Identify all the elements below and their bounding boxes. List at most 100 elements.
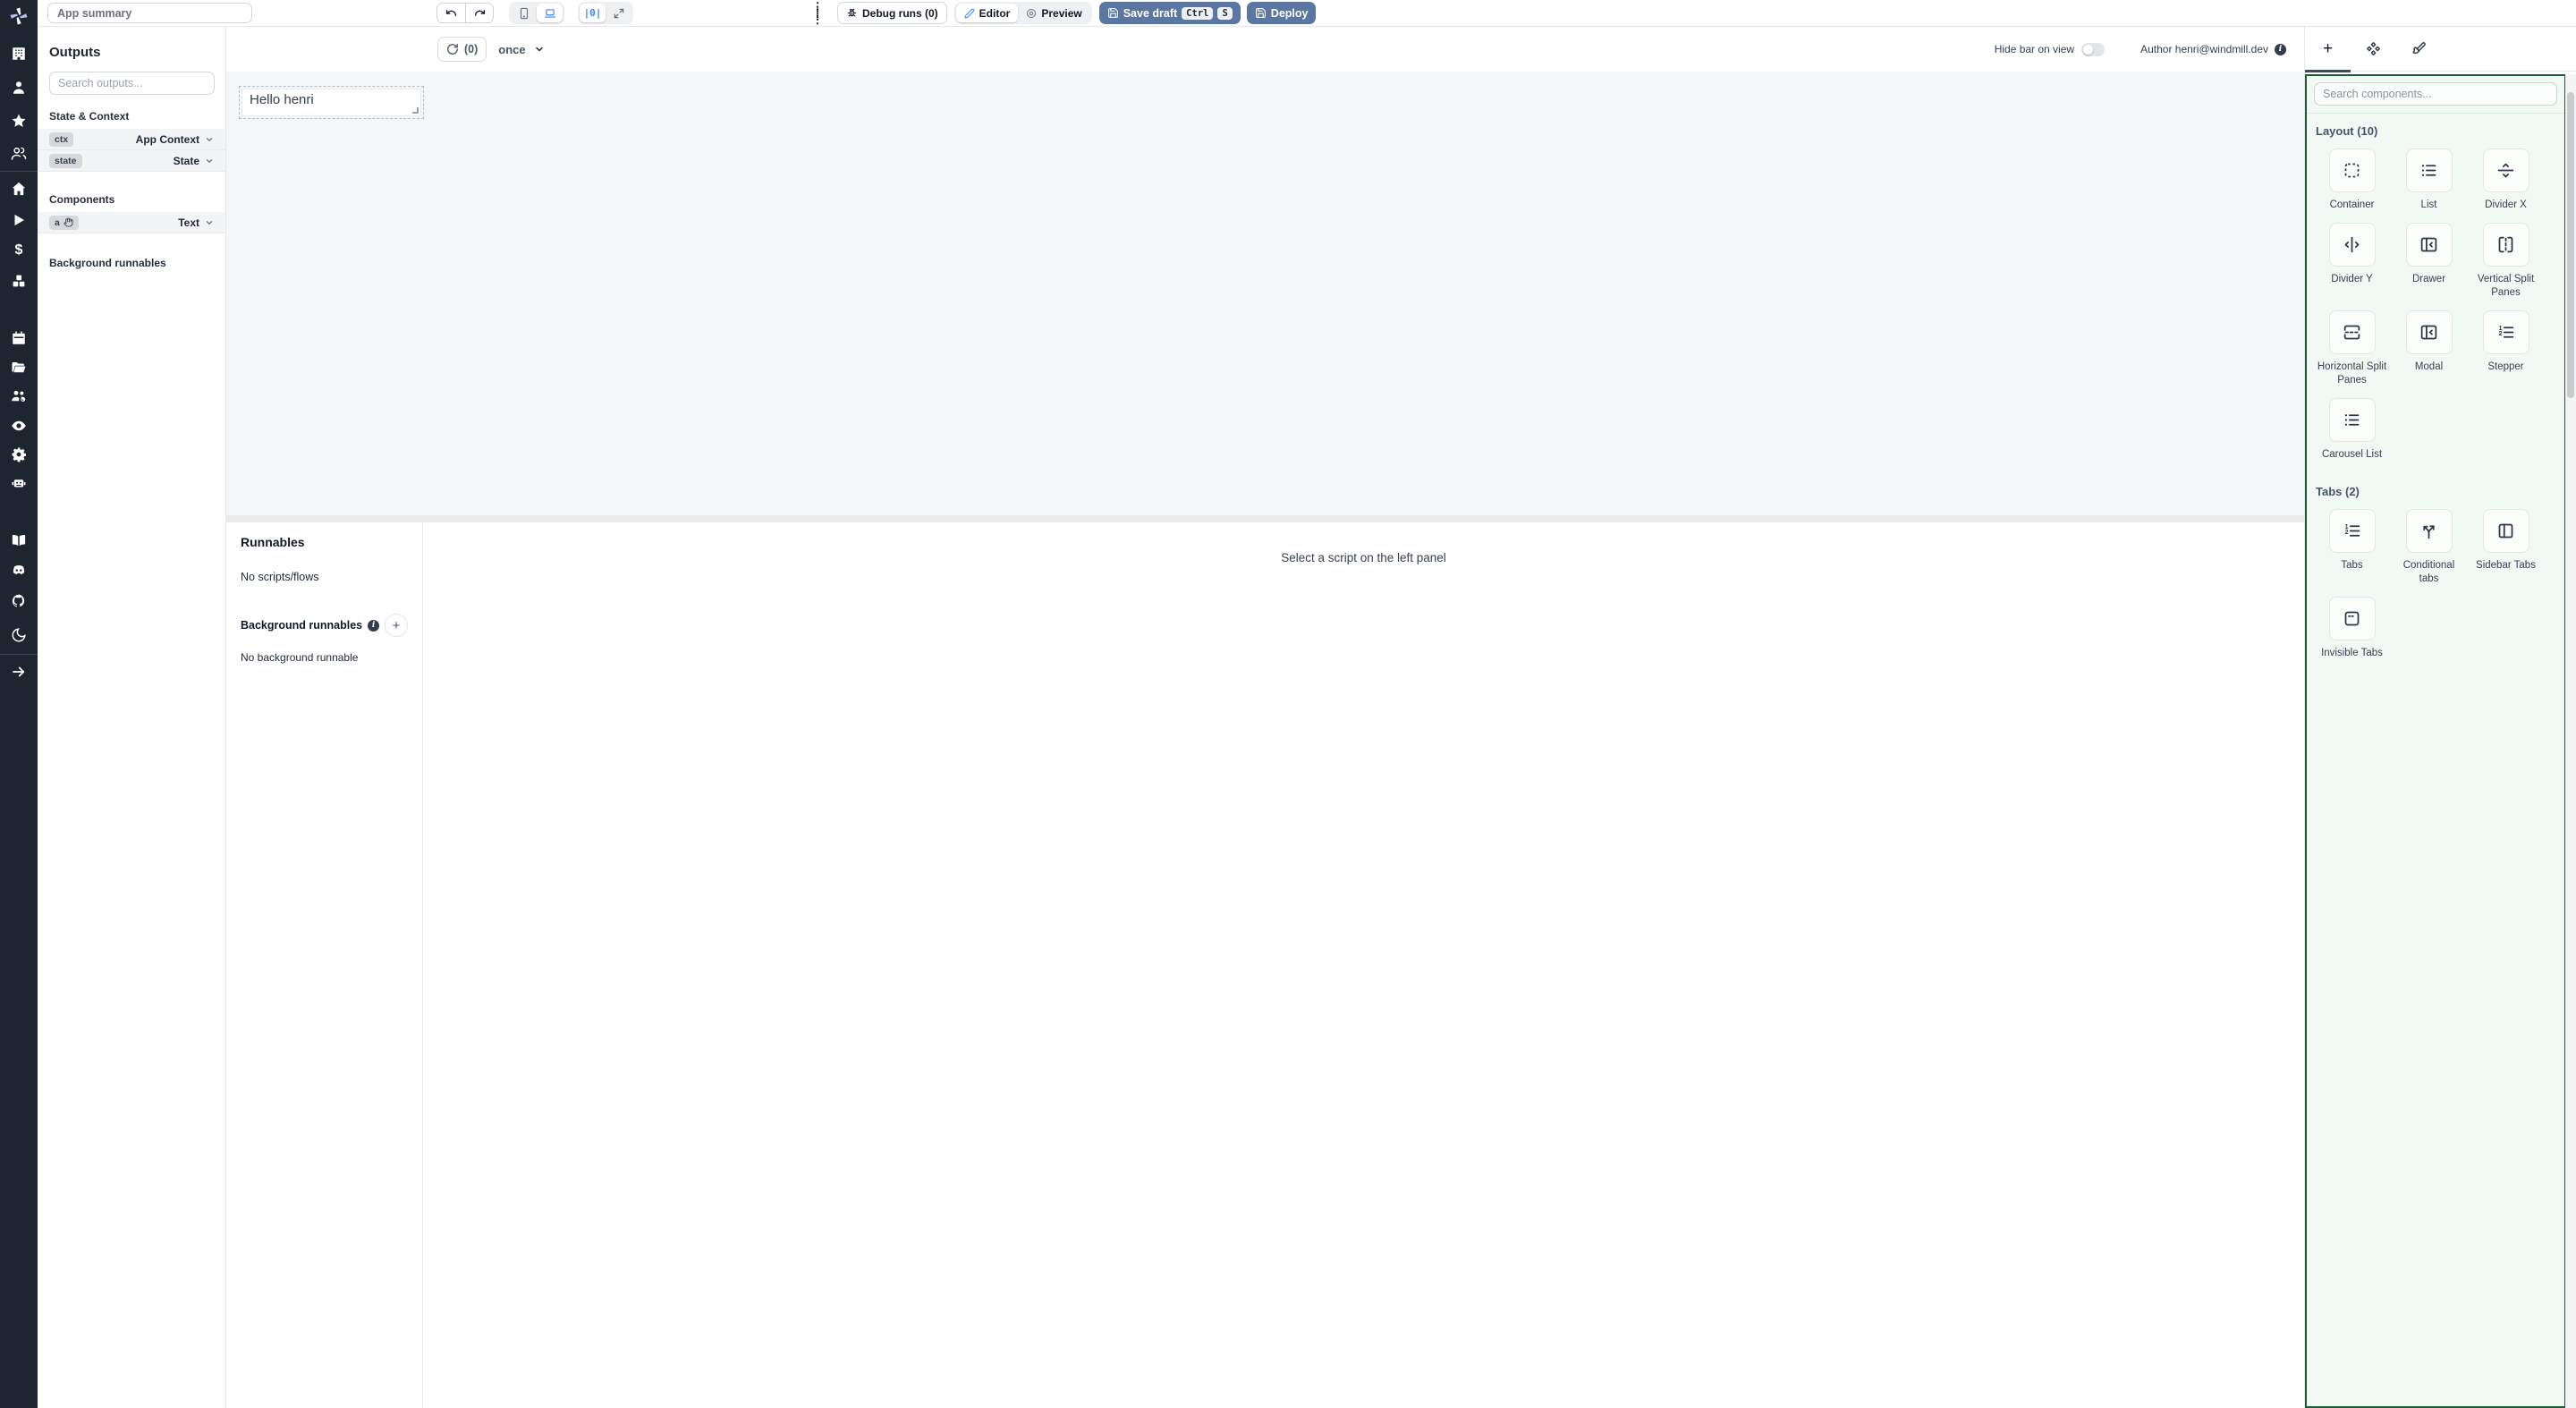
refresh-app-button[interactable]: (0)	[437, 37, 487, 62]
user-icon[interactable]	[0, 78, 38, 98]
info-icon[interactable]: i	[2275, 44, 2286, 55]
layout-toggle-group: |0|	[578, 2, 633, 24]
chevron-down-icon[interactable]	[205, 135, 214, 144]
center-content-button[interactable]: |0|	[580, 4, 606, 22]
tab-component-settings[interactable]	[2351, 27, 2396, 71]
resize-handle[interactable]	[412, 107, 419, 114]
audit-eye-icon[interactable]	[0, 416, 38, 436]
no-background-runnable-label: No background runnable	[241, 651, 408, 664]
component-drawer[interactable]: Drawer	[2393, 223, 2465, 300]
favorites-star-icon[interactable]	[0, 111, 38, 131]
refresh-mode-value: once	[498, 43, 525, 56]
right-panel-tabs: +	[2305, 27, 2576, 72]
vertical-split-icon	[2496, 235, 2515, 254]
components-scrollbar[interactable]	[2565, 74, 2576, 1408]
canvas-toolbar: (0) once Hide bar on view Author henri@w…	[226, 27, 2304, 72]
author-label: Author henri@windmill.dev	[2140, 43, 2268, 55]
workspace-building-icon[interactable]	[0, 44, 38, 64]
tab-insert-component[interactable]: +	[2305, 27, 2351, 71]
fullscreen-button[interactable]	[606, 4, 631, 22]
component-container[interactable]: Container	[2316, 148, 2388, 212]
component-vertical-split-panes[interactable]: Vertical Split Panes	[2470, 223, 2542, 300]
debug-runs-button[interactable]: Debug runs (0)	[837, 2, 947, 24]
tab-theme-styling[interactable]	[2396, 27, 2442, 71]
component-stepper[interactable]: 12 Stepper	[2470, 310, 2542, 387]
more-options-kebab-icon[interactable]: ⋮⋮⋮	[810, 4, 825, 22]
component-tabs[interactable]: 12 Tabs	[2316, 509, 2388, 586]
search-components-input[interactable]	[2314, 82, 2557, 106]
mobile-view-button[interactable]	[511, 4, 537, 22]
divider-y-icon	[2343, 235, 2361, 254]
redo-button[interactable]	[465, 4, 493, 22]
redo-icon	[474, 7, 486, 19]
component-list[interactable]: List	[2393, 148, 2465, 212]
component-conditional-tabs[interactable]: Conditional tabs	[2393, 509, 2465, 586]
output-row-component-a[interactable]: a Text	[38, 212, 225, 233]
components-panel: + Layout (10) Container List	[2304, 27, 2576, 1408]
ctx-badge: ctx	[49, 132, 73, 147]
component-divider-y[interactable]: Divider Y	[2316, 223, 2388, 300]
home-icon[interactable]	[0, 179, 38, 199]
docs-book-icon[interactable]	[0, 530, 38, 550]
runs-play-icon[interactable]	[0, 210, 38, 230]
editor-tab[interactable]: Editor	[956, 4, 1019, 22]
bottom-panel-resize-handle[interactable]	[226, 515, 2304, 522]
add-background-runnable-button[interactable]: +	[385, 614, 408, 637]
component-modal[interactable]: Modal	[2393, 310, 2465, 387]
component-invisible-tabs[interactable]: Invisible Tabs	[2316, 597, 2388, 660]
preview-tab[interactable]: Preview	[1018, 4, 1089, 22]
workers-users-gear-icon[interactable]	[0, 386, 38, 406]
component-divider-x[interactable]: Divider X	[2470, 148, 2542, 212]
refresh-count: (0)	[464, 43, 478, 55]
info-icon[interactable]: i	[368, 620, 379, 632]
component-carousel-list[interactable]: Carousel List	[2316, 398, 2388, 462]
component-horizontal-split-panes[interactable]: Horizontal Split Panes	[2316, 310, 2388, 387]
deploy-button[interactable]: Deploy	[1247, 2, 1317, 24]
discord-icon[interactable]	[0, 561, 38, 581]
app-summary-input[interactable]	[47, 3, 252, 23]
topbar: |0| ⋮⋮⋮ Debug runs (0) Editor Preview Sa…	[38, 0, 2576, 27]
search-outputs-input[interactable]	[49, 72, 215, 95]
chevron-down-icon	[534, 44, 545, 55]
schedules-calendar-icon[interactable]	[0, 328, 38, 348]
runnables-title: Runnables	[241, 535, 408, 549]
component-sidebar-tabs[interactable]: Sidebar Tabs	[2470, 509, 2542, 586]
scrollbar-thumb[interactable]	[2567, 92, 2574, 398]
chevron-down-icon[interactable]	[205, 218, 214, 227]
groups-icon[interactable]	[0, 144, 38, 164]
undo-icon	[445, 7, 457, 19]
canvas-grid[interactable]: Hello henri	[226, 72, 2304, 515]
undo-button[interactable]	[437, 4, 465, 22]
no-scripts-label: No scripts/flows	[241, 571, 408, 583]
refresh-icon	[446, 43, 459, 55]
branch-split-icon	[2419, 522, 2438, 540]
collapse-sidebar-arrow-icon[interactable]	[0, 662, 38, 682]
windmill-logo[interactable]	[9, 6, 29, 26]
ai-robot-icon[interactable]	[0, 473, 38, 493]
output-row-state[interactable]: state State	[38, 150, 225, 172]
resources-cubes-icon[interactable]	[0, 271, 38, 291]
github-icon[interactable]	[0, 591, 38, 611]
svg-text:2: 2	[2499, 331, 2503, 337]
hide-bar-toggle[interactable]	[2081, 43, 2105, 56]
paintbrush-icon	[2411, 41, 2427, 56]
carousel-list-icon	[2343, 411, 2361, 429]
background-runnables-section-title: Background runnables	[49, 257, 214, 269]
text-component-selected[interactable]: Hello henri	[239, 86, 424, 119]
variables-dollar-icon[interactable]: $	[0, 241, 38, 260]
smartphone-icon	[518, 7, 530, 20]
kbd-s: S	[1217, 7, 1232, 20]
save-icon	[1107, 7, 1119, 19]
layout-section-title: Layout (10)	[2316, 124, 2555, 138]
text-component-box[interactable]: Hello henri	[242, 89, 421, 116]
output-row-ctx[interactable]: ctx App Context	[38, 129, 225, 150]
desktop-view-button[interactable]	[537, 4, 563, 22]
state-context-section-title: State & Context	[49, 110, 214, 123]
settings-gear-icon[interactable]	[0, 445, 38, 464]
folders-icon[interactable]	[0, 358, 38, 377]
dark-mode-moon-icon[interactable]	[0, 625, 38, 645]
chevron-down-icon[interactable]	[205, 157, 214, 165]
refresh-mode-select[interactable]: once	[498, 43, 544, 56]
save-icon	[1255, 7, 1267, 19]
save-draft-button[interactable]: Save draft Ctrl S	[1099, 2, 1241, 24]
